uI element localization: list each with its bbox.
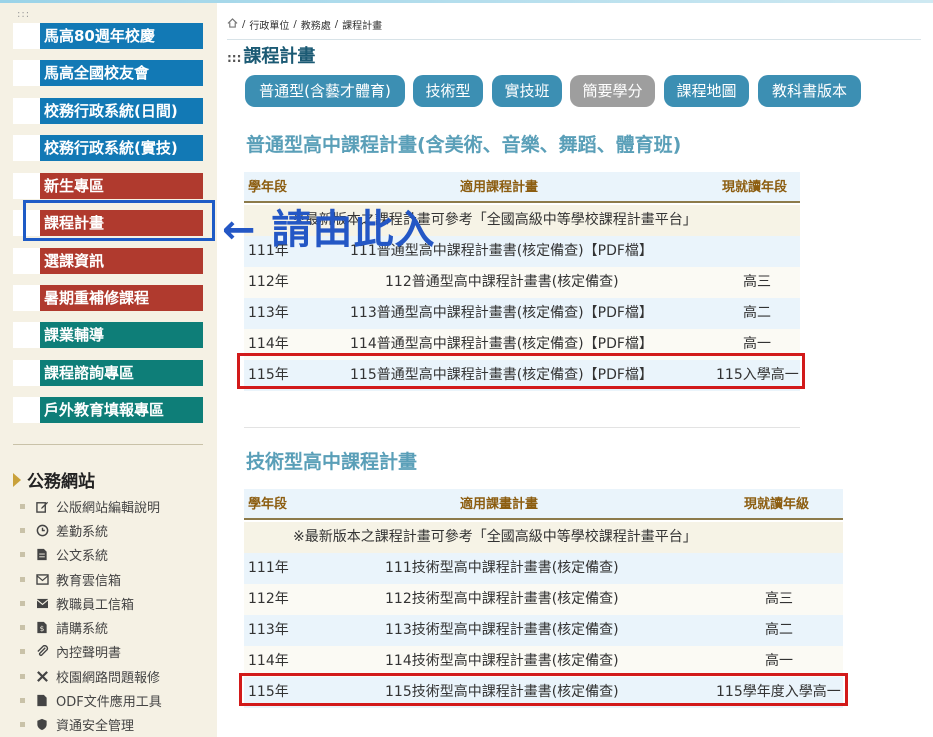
- tab-textbook-versions[interactable]: 教科書版本: [758, 75, 861, 107]
- accesskey-marker: :::: [17, 9, 31, 20]
- link-attendance[interactable]: 差勤系統: [20, 519, 108, 541]
- link-staff-mail[interactable]: 教職員工信箱: [20, 592, 134, 614]
- tab-practical[interactable]: 實技班: [492, 75, 562, 107]
- envelope-outline-icon: [35, 572, 49, 586]
- svg-text:$: $: [40, 624, 45, 633]
- highlight-box-curriculum-nav: [23, 200, 215, 241]
- page-title: ::: 課程計畫: [227, 46, 316, 67]
- nav-item-freshman[interactable]: 新生專區: [13, 173, 203, 199]
- table-row: 112年 112技術型高中課程計畫書(核定備查) 高三: [244, 584, 843, 615]
- link-infosec[interactable]: 資通安全管理: [20, 713, 134, 735]
- table-row: 111年 111技術型高中課程計畫書(核定備查): [244, 553, 843, 584]
- section-title-technical: 技術型高中課程計畫: [246, 451, 418, 473]
- edit-icon: [35, 499, 49, 513]
- table-row: 112年 112普通型高中課程計畫書(核定備查) 高三: [244, 267, 800, 298]
- highlight-box-general-115: [237, 353, 805, 389]
- left-arrow-icon: ←: [222, 207, 257, 253]
- section-divider: [244, 427, 800, 428]
- table-row: 113年 113普通型高中課程計畫書(核定備查)【PDF檔】 高二: [244, 298, 800, 329]
- file-dollar-icon: $: [35, 620, 49, 634]
- link-purchase[interactable]: $ 請購系統: [20, 616, 108, 638]
- nav-item-tutoring[interactable]: 課業輔導: [13, 322, 203, 348]
- table-note-row: ※最新版本之課程計畫可參考「全國高級中等學校課程計畫平台」: [244, 522, 843, 553]
- link-edu-cloud-mail[interactable]: 教育雲信箱: [20, 568, 121, 590]
- link-documents[interactable]: 公文系統: [20, 543, 108, 565]
- section-title-official-sites: 公務網站: [13, 467, 95, 492]
- breadcrumb-item[interactable]: 行政單位: [249, 17, 289, 32]
- home-icon[interactable]: [227, 18, 238, 31]
- link-site-editing-guide[interactable]: 公版網站編輯說明: [20, 495, 160, 517]
- breadcrumb-item[interactable]: 課程計畫: [342, 17, 382, 32]
- section-title-general: 普通型高中課程計畫(含美術、音樂、舞蹈、體育班): [246, 134, 682, 156]
- nav-item-outdoor-education[interactable]: 戶外教育填報專區: [13, 397, 203, 423]
- breadcrumb-item[interactable]: 教務處: [301, 17, 331, 32]
- tools-icon: [35, 669, 49, 683]
- nav-item-admin-practical[interactable]: 校務行政系統(實技): [13, 135, 203, 161]
- tab-general[interactable]: 普通型(含藝才體育): [245, 75, 405, 107]
- table-header-row: 學年段 適用課畫計畫 現就讀年級: [244, 489, 843, 520]
- sidebar-divider: [13, 444, 203, 445]
- clock-icon: [35, 523, 49, 537]
- tab-curriculum-map[interactable]: 課程地圖: [664, 75, 749, 107]
- nav-item-summer-remedial[interactable]: 暑期重補修課程: [13, 285, 203, 311]
- triangle-icon: [13, 472, 21, 487]
- breadcrumb-divider: [227, 39, 921, 40]
- nav-item-alumni[interactable]: 馬高全國校友會: [13, 60, 203, 86]
- document-icon: [35, 547, 49, 561]
- nav-item-counseling[interactable]: 課程諮詢專區: [13, 360, 203, 386]
- envelope-icon: [35, 596, 49, 610]
- table-row: 113年 113技術型高中課程計畫書(核定備查) 高二: [244, 615, 843, 646]
- paperclip-icon: [35, 644, 49, 658]
- nav-item-admin-day[interactable]: 校務行政系統(日間): [13, 98, 203, 124]
- nav-item-anniversary[interactable]: 馬高80週年校慶: [13, 23, 203, 49]
- tab-technical[interactable]: 技術型: [413, 75, 483, 107]
- link-network-repair[interactable]: 校園網路問題報修: [20, 665, 160, 687]
- file-icon: [35, 693, 49, 707]
- shield-icon: [35, 717, 49, 731]
- link-internal-control[interactable]: 內控聲明書: [20, 640, 121, 662]
- annotation-callout: ← 請由此入: [222, 207, 436, 253]
- highlight-box-technical-115: [239, 673, 848, 706]
- tab-credit-summary[interactable]: 簡要學分: [570, 75, 655, 107]
- nav-item-course-selection[interactable]: 選課資訊: [13, 248, 203, 274]
- link-odf-tools[interactable]: ODF文件應用工具: [20, 689, 162, 711]
- breadcrumb: / 行政單位 / 教務處 / 課程計畫: [227, 17, 386, 32]
- sidebar: ::: 馬高80週年校慶 馬高全國校友會 校務行政系統(日間) 校務行政系統(實…: [0, 3, 217, 737]
